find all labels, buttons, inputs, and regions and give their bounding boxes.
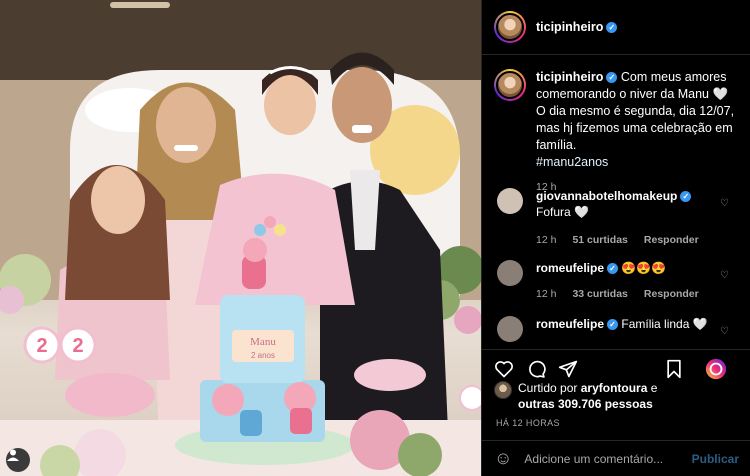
post-photo[interactable]: Manu 2 anos 2 2 xyxy=(0,0,481,476)
comment-time: 12 h xyxy=(536,234,557,246)
cake-topper-text: Manu xyxy=(250,336,276,348)
emoji-smiley-icon[interactable]: ☺ xyxy=(494,448,512,469)
comment-text: Fofura 🤍 xyxy=(536,205,589,219)
author-username[interactable]: ticipinheiro ✓ xyxy=(536,20,618,34)
comment-reply-button[interactable]: Responder xyxy=(644,232,699,248)
comment-avatar[interactable] xyxy=(497,316,523,342)
likes-connector: e xyxy=(650,381,658,395)
comment-username[interactable]: romeufelipe xyxy=(536,317,604,331)
share-paper-plane-icon[interactable] xyxy=(558,359,578,379)
caption-avatar[interactable] xyxy=(494,69,526,101)
liker-username[interactable]: aryfontoura xyxy=(581,381,648,395)
caption-hashtag[interactable]: #manu2anos xyxy=(536,155,608,169)
comment-username[interactable]: romeufelipe xyxy=(536,261,604,275)
post-caption: ticipinheiro ✓ Com meus amores comemorand… xyxy=(482,55,750,171)
post-timestamp: HÁ 12 HORAS xyxy=(496,418,560,428)
comment-input[interactable]: Adicione um comentário... xyxy=(524,452,663,466)
comment-avatar[interactable] xyxy=(497,188,523,214)
save-bookmark-icon[interactable] xyxy=(665,359,683,379)
comment-time: 12 h xyxy=(536,288,557,300)
comment-text: 😍😍😍 xyxy=(621,261,667,275)
publish-button[interactable]: Publicar xyxy=(692,452,739,466)
cake-topper-subtext: 2 anos xyxy=(251,351,275,360)
author-avatar[interactable] xyxy=(494,11,526,43)
comment-likes[interactable]: 51 curtidas xyxy=(572,232,627,248)
comment-reply-button[interactable]: Responder xyxy=(644,286,699,302)
liker-avatar[interactable] xyxy=(494,381,512,399)
balloon-number-1: 2 xyxy=(36,335,47,357)
remix-icon[interactable] xyxy=(705,358,727,380)
comment-like-heart-icon[interactable]: ♡ xyxy=(720,198,729,209)
comment-likes[interactable]: 33 curtidas xyxy=(572,286,627,302)
post-sidebar: ticipinheiro ✓ ticipinheiro ✓ Com meus amo… xyxy=(481,0,750,476)
comment-bubble-icon[interactable] xyxy=(526,359,546,379)
verified-badge-icon: ✓ xyxy=(607,319,619,330)
verified-badge-icon: ✓ xyxy=(606,22,618,33)
add-comment-bar: ☺ Adicione um comentário... Publicar xyxy=(482,440,750,476)
verified-badge-icon: ✓ xyxy=(606,72,618,83)
post-action-bar xyxy=(482,349,750,381)
comment-like-heart-icon[interactable]: ♡ xyxy=(720,326,729,337)
caption-username[interactable]: ticipinheiro xyxy=(536,70,603,84)
balloon-number-2: 2 xyxy=(72,335,83,357)
comment-like-heart-icon[interactable]: ♡ xyxy=(720,270,729,281)
verified-badge-icon: ✓ xyxy=(680,191,692,202)
comment-item: giovannabotelhomakeup ✓ Fofura 🤍 12 h 51 … xyxy=(482,188,750,248)
comment-item: romeufelipe ✓ Família linda 🤍 ♡ xyxy=(482,316,750,342)
likes-summary: Curtido por aryfontoura e outras 309.706… xyxy=(494,380,728,412)
comment-item: romeufelipe ✓ 😍😍😍 12 h 33 curtidas Respon… xyxy=(482,260,750,302)
comment-text: Família linda 🤍 xyxy=(621,317,708,331)
tagged-user-button[interactable] xyxy=(6,448,30,472)
party-photo-illustration: Manu 2 anos 2 2 xyxy=(0,0,481,476)
verified-badge-icon: ✓ xyxy=(607,263,619,274)
likes-others-count[interactable]: outras 309.706 pessoas xyxy=(518,397,653,411)
post-header: ticipinheiro ✓ xyxy=(482,0,750,55)
like-heart-icon[interactable] xyxy=(494,359,514,379)
likes-prefix: Curtido por xyxy=(518,381,578,395)
comment-username[interactable]: giovannabotelhomakeup xyxy=(536,189,677,203)
comment-avatar[interactable] xyxy=(497,260,523,286)
user-icon xyxy=(7,449,19,461)
